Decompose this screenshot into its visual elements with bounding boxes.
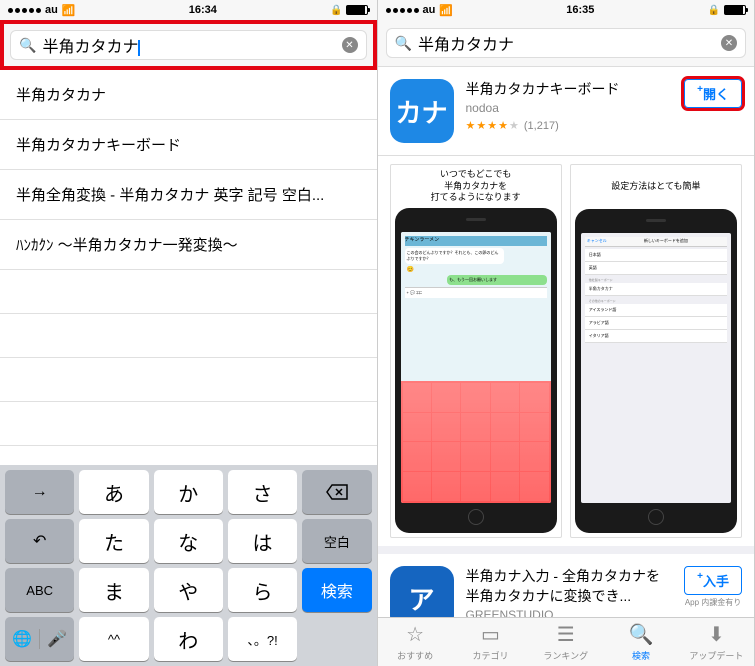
lock-icon: 🔒 <box>708 5 720 16</box>
search-bar[interactable]: 🔍 半角カタカナ ✕ <box>10 30 367 60</box>
tab-ranking[interactable]: ☰ ランキング <box>528 618 603 666</box>
tab-categories[interactable]: ▭ カテゴリ <box>453 618 528 666</box>
key-abc[interactable]: ABC <box>5 568 74 612</box>
search-input[interactable]: 半角カタカナ <box>42 33 140 57</box>
key-punct[interactable]: 、。?! <box>228 617 297 661</box>
search-icon: 🔍 <box>19 37 36 54</box>
suggestion-item[interactable]: 半角カタカナ <box>0 70 377 120</box>
key-undo[interactable]: ↶ <box>5 519 74 563</box>
open-button[interactable]: +開く <box>684 79 742 108</box>
key-globe[interactable]: 🌐🎤 <box>5 617 74 661</box>
results-list[interactable]: カナ 半角カタカナキーボード nodoa ★★★★★ (1,217) +開く い… <box>378 67 755 666</box>
key-ka[interactable]: か <box>154 470 223 514</box>
suggestion-item[interactable]: 半角全角変換 - 半角カタカナ 英字 記号 空白... <box>0 170 377 220</box>
suggestion-item[interactable]: ﾊﾝｶｸﾝ 〜半角カタカナ一発変換〜 <box>0 220 377 270</box>
tab-search[interactable]: 🔍 検索 <box>603 618 678 666</box>
search-bar-container: 🔍 半角カタカナ ✕ <box>378 20 755 67</box>
tab-featured[interactable]: ☆ おすすめ <box>378 618 453 666</box>
app-title: 半角カナ入力 - 全角カタカナを半角カタカナに変換でき... <box>466 566 673 606</box>
signal-dots <box>386 8 419 13</box>
suggestion-item <box>0 314 377 358</box>
key-wa[interactable]: わ <box>154 617 223 661</box>
key-sa[interactable]: さ <box>228 470 297 514</box>
app-rating: ★★★★★ (1,217) <box>466 119 673 132</box>
search-icon: 🔍 <box>629 622 654 647</box>
key-ta[interactable]: た <box>79 519 148 563</box>
signal-dots <box>8 8 41 13</box>
search-input[interactable]: 半角カタカナ <box>418 31 514 55</box>
suggestion-item[interactable]: 半角カタカナキーボード <box>0 120 377 170</box>
key-arrow[interactable]: → <box>5 470 74 514</box>
suggestion-item <box>0 358 377 402</box>
download-icon: ⬇ <box>708 622 725 647</box>
battery-icon <box>346 5 368 15</box>
get-button[interactable]: +入手 <box>684 566 742 595</box>
key-na[interactable]: な <box>154 519 223 563</box>
battery-icon <box>724 5 746 15</box>
app-developer: nodoa <box>466 101 673 115</box>
clear-search-button[interactable]: ✕ <box>342 37 358 53</box>
key-ma[interactable]: ま <box>79 568 148 612</box>
iap-label: App 内課金有り <box>685 597 741 608</box>
wifi-icon: 📶 <box>439 4 453 17</box>
app-icon: カナ <box>390 79 454 143</box>
app-result-1[interactable]: カナ 半角カタカナキーボード nodoa ★★★★★ (1,217) +開く <box>378 67 755 156</box>
tab-updates[interactable]: ⬇ アップデート <box>679 618 754 666</box>
right-phone-results: au 📶 16:35 🔒 🔍 半角カタカナ ✕ カナ 半角カタカナキーボード n… <box>378 0 755 666</box>
lock-icon: 🔒 <box>330 5 342 16</box>
carrier-label: au <box>45 4 58 16</box>
left-phone-search: au 📶 16:34 🔒 🔍 半角カタカナ ✕ 半角カタカナ 半角カタカナキーボ… <box>0 0 378 666</box>
statusbar: au 📶 16:35 🔒 <box>378 0 755 20</box>
tab-bar: ☆ おすすめ ▭ カテゴリ ☰ ランキング 🔍 検索 ⬇ アップデート <box>378 617 755 666</box>
screenshot-phone: チキンラーメン この会のどんぶりですか？それとも、この卵のどんぶりですか？ 😊 … <box>395 208 557 533</box>
key-search[interactable]: 検索 <box>302 568 371 612</box>
key-ya[interactable]: や <box>154 568 223 612</box>
key-backspace[interactable] <box>302 470 371 514</box>
search-icon: 🔍 <box>395 35 412 52</box>
suggestions-list: 半角カタカナ 半角カタカナキーボード 半角全角変換 - 半角カタカナ 英字 記号… <box>0 70 377 465</box>
screenshot-caption: いつでもどこでも 半角カタカナを 打てるようになります <box>395 169 557 204</box>
suggestion-item <box>0 402 377 446</box>
list-icon: ☰ <box>557 622 575 647</box>
suggestion-item <box>0 270 377 314</box>
key-space[interactable]: 空白 <box>302 519 371 563</box>
key-ra[interactable]: ら <box>228 568 297 612</box>
screenshot-phone: キャンセル新しいキーボードを追加 日本語 英語 他社製キーボード 半角カタカナ … <box>575 209 737 534</box>
time-label: 16:34 <box>189 4 217 16</box>
screenshot-caption: 設定方法はとても簡単 <box>575 169 737 205</box>
key-smallchar[interactable]: ^^ <box>79 617 148 661</box>
clear-search-button[interactable]: ✕ <box>721 35 737 51</box>
keyboard: → あ か さ ↶ た な は 空白 ABC ま や ら 検索 🌐🎤 ^^ わ … <box>0 465 377 666</box>
time-label: 16:35 <box>566 4 594 16</box>
app-screenshots[interactable]: いつでもどこでも 半角カタカナを 打てるようになります チキンラーメン この会の… <box>378 156 755 546</box>
star-icon: ☆ <box>406 622 424 647</box>
app-title: 半角カタカナキーボード <box>466 79 673 99</box>
key-ha[interactable]: は <box>228 519 297 563</box>
wifi-icon: 📶 <box>62 4 76 17</box>
search-bar[interactable]: 🔍 半角カタカナ ✕ <box>386 28 747 58</box>
carrier-label: au <box>423 4 436 16</box>
search-bar-container: 🔍 半角カタカナ ✕ <box>0 20 377 70</box>
statusbar: au 📶 16:34 🔒 <box>0 0 377 20</box>
key-a[interactable]: あ <box>79 470 148 514</box>
category-icon: ▭ <box>481 622 500 647</box>
